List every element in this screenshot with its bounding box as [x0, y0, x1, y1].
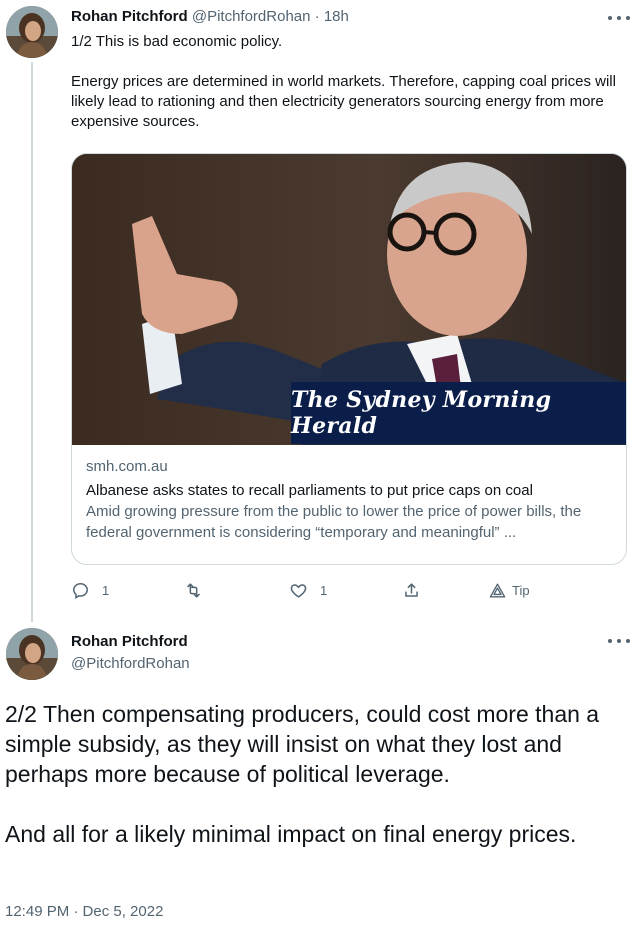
more-dot-icon [617, 16, 621, 20]
tweet-text: 1/2 This is bad economic policy. Energy … [71, 32, 619, 152]
avatar[interactable] [6, 628, 58, 680]
author-name[interactable]: Rohan Pitchford [71, 632, 188, 652]
tweet-paragraph: 1/2 This is bad economic policy. [71, 33, 283, 50]
tweet-actions: 1 1 Tip [71, 578, 541, 602]
tweet-text: 2/2 Then compensating producers, could c… [5, 699, 625, 879]
card-domain: smh.com.au [86, 458, 168, 475]
author-name[interactable]: Rohan Pitchford [71, 8, 188, 25]
tip-icon [489, 582, 506, 598]
share-icon [405, 582, 418, 597]
publication-masthead: The Sydney Morning Herald [291, 382, 626, 444]
tweet-thread: Rohan Pitchford @PitchfordRohan · 18h 1/… [0, 0, 633, 932]
more-dot-icon [608, 639, 612, 643]
more-dot-icon [626, 16, 630, 20]
thread-connector-line [31, 62, 33, 622]
tweet-paragraph: 2/2 Then compensating producers, could c… [5, 701, 600, 787]
tweet-timestamp[interactable]: 12:49 PM · Dec 5, 2022 [5, 902, 163, 922]
separator-dot: · [314, 8, 320, 25]
masthead-text: The Sydney Morning Herald [291, 387, 552, 439]
reply-button[interactable]: 1 [71, 578, 109, 602]
card-description: Amid growing pressure from the public to… [86, 503, 582, 541]
more-options-button[interactable] [608, 11, 630, 25]
tweet-time[interactable]: 18h [324, 8, 349, 25]
author-handle[interactable]: @PitchfordRohan [71, 654, 190, 674]
author-handle[interactable]: @PitchfordRohan [192, 8, 311, 25]
tweet-header: Rohan Pitchford @PitchfordRohan · 18h [71, 7, 349, 27]
card-body: smh.com.au Albanese asks states to recal… [86, 457, 612, 543]
tip-label: Tip [512, 582, 530, 598]
more-dot-icon [617, 639, 621, 643]
tip-button[interactable]: Tip [488, 578, 530, 602]
tweet-paragraph: And all for a likely minimal impact on f… [5, 821, 577, 847]
retweet-icon [187, 582, 200, 598]
link-preview-card[interactable]: The Sydney Morning Herald smh.com.au Alb… [71, 153, 627, 565]
heart-icon [290, 583, 307, 598]
more-dot-icon [608, 16, 612, 20]
reply-icon [73, 582, 88, 599]
tweet-paragraph: Energy prices are determined in world ma… [71, 73, 616, 130]
reply-count: 1 [102, 582, 110, 598]
more-options-button[interactable] [608, 634, 630, 648]
like-count: 1 [320, 582, 328, 598]
card-image: The Sydney Morning Herald [72, 154, 626, 445]
avatar[interactable] [6, 6, 58, 58]
share-button[interactable] [402, 578, 421, 602]
card-title: Albanese asks states to recall parliamen… [86, 482, 533, 499]
retweet-button[interactable] [184, 578, 215, 602]
more-dot-icon [626, 639, 630, 643]
like-button[interactable]: 1 [289, 578, 327, 602]
